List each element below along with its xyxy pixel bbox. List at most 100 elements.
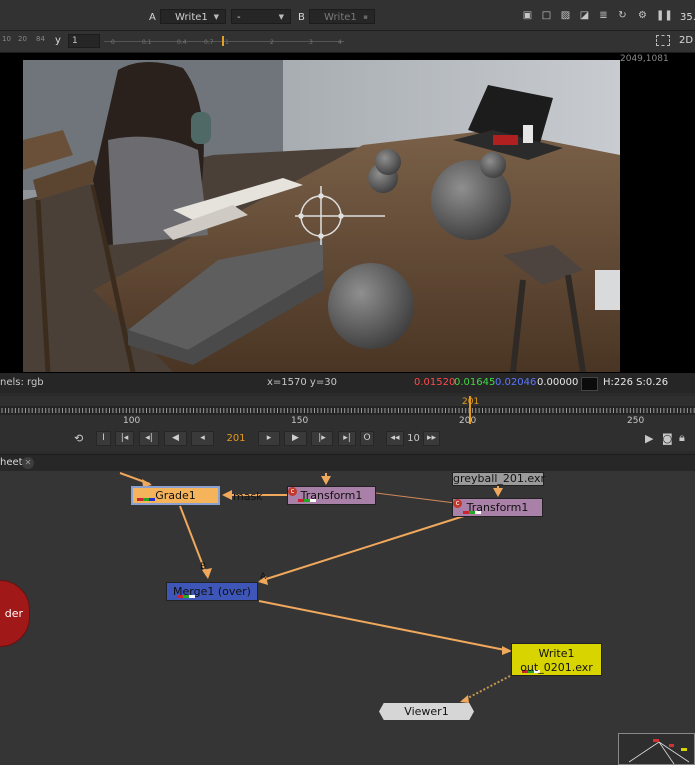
gamma-slider[interactable]: 0 0.1 0.4 0.7 1 2 3 4 — [104, 34, 344, 48]
gain-tick: 10 — [2, 35, 11, 43]
grade-node-label: Grade1 — [155, 489, 196, 502]
merge-b-input-label: B — [200, 562, 207, 572]
roi-icon[interactable]: □ — [540, 10, 553, 22]
tab-label[interactable]: heet — [0, 457, 23, 468]
menu-icon[interactable]: ≣ — [597, 10, 610, 22]
flipbook-icon[interactable]: ▶ — [645, 432, 653, 445]
increment-field[interactable]: 10 — [405, 431, 422, 446]
gear-icon[interactable]: ⚙ — [636, 10, 649, 22]
view-mode-value[interactable]: 2D — [679, 35, 693, 46]
out-point-button[interactable]: O — [360, 431, 374, 446]
refresh-icon[interactable]: ↻ — [616, 10, 629, 22]
timeline-tick-label: 200 — [459, 416, 477, 426]
input-a-value: Write1 — [175, 12, 208, 23]
first-frame-button[interactable]: |◂ — [115, 431, 134, 446]
gain-tick: 84 — [36, 35, 45, 43]
close-icon[interactable]: ✕ — [22, 457, 34, 469]
step-back-increment-button[interactable]: ◂◂ — [386, 431, 404, 446]
fullframe-icon[interactable]: ▣ — [521, 10, 534, 22]
gamma-tick: 0 — [111, 39, 115, 46]
chevron-down-icon: ▼ — [278, 13, 284, 21]
grade-node[interactable]: Grade1 — [131, 486, 220, 505]
transform-node-right[interactable]: c Transform1 — [452, 498, 543, 517]
step-back-button[interactable]: ◂ — [191, 431, 214, 446]
merge-node[interactable]: Merge1 (over) — [166, 582, 258, 601]
viewer-image[interactable] — [23, 60, 620, 372]
region-of-interest-icon[interactable] — [656, 35, 670, 46]
step-forward-increment-button[interactable]: ▸▸ — [423, 431, 440, 446]
input-b-letter: B — [298, 12, 305, 23]
gamma-input[interactable]: 1 — [68, 34, 100, 48]
read-node[interactable]: greyball_201.exr — [452, 472, 545, 486]
red-value: 0.01520 — [414, 377, 456, 388]
gamma-tick: 1 — [225, 39, 229, 46]
pause-icon[interactable]: ❚❚ — [656, 10, 673, 22]
merge-node-label: Merge1 (over) — [173, 585, 251, 598]
pixel-info-bar: nels: rgb x=1570 y=30 0.01520 0.01645 0.… — [0, 373, 695, 408]
viewer-node[interactable]: Viewer1 — [379, 703, 474, 720]
clipping-warning-icon[interactable]: ▨ — [559, 10, 572, 22]
chevron-down-icon: ▪ — [363, 13, 368, 21]
viewer-toolbar: A Write1 ▼ - ▼ B Write1 ▪ ▣ □ ▨ ◪ ≣ ↻ ⚙ … — [0, 0, 695, 31]
transform-node-top-label: Transform1 — [300, 489, 363, 502]
prev-keyframe-button[interactable]: ◂| — [139, 431, 159, 446]
input-b-dropdown[interactable]: B Write1 ▪ — [298, 9, 375, 24]
format-label: 2049,1081 — [620, 54, 669, 64]
step-forward-button[interactable]: ▸ — [258, 431, 280, 446]
gamma-slider-handle[interactable] — [222, 36, 224, 46]
transform-node-top[interactable]: c Transform1 — [287, 486, 376, 505]
alpha-value: 0.00000 — [537, 377, 579, 388]
clone-icon: c — [453, 499, 462, 508]
green-value: 0.01645 — [454, 377, 496, 388]
last-frame-button[interactable]: ▸| — [338, 431, 356, 446]
wipe-dropdown[interactable]: - ▼ — [231, 9, 291, 24]
input-a-dropdown[interactable]: A Write1 ▼ — [149, 9, 226, 24]
chevron-down-icon: ▼ — [213, 13, 219, 21]
coordinate-readout: x=1570 y=30 — [267, 377, 337, 388]
gain-tick: 20 — [18, 35, 27, 43]
fstop-value: 35. — [680, 12, 695, 23]
gain-slider[interactable]: 10 20 84 — [0, 35, 48, 47]
color-swatch — [581, 377, 598, 391]
transform-node-right-label: Transform1 — [466, 501, 529, 514]
wipe-value: - — [237, 12, 241, 23]
next-keyframe-button[interactable]: |▸ — [311, 431, 333, 446]
play-backward-button[interactable]: ◀ — [164, 431, 187, 446]
input-b-value: Write1 — [324, 12, 357, 23]
mask-input-label: mask — [233, 490, 263, 503]
node-graph[interactable]: mask B A Grade1 c Transform1 greyball_20… — [0, 471, 695, 765]
timeline-tick-label: 250 — [627, 416, 645, 426]
fps-icon[interactable]: ⟲ — [74, 432, 83, 445]
timeline-tick-label: 150 — [291, 416, 309, 426]
timeline-ruler[interactable] — [0, 396, 695, 424]
viewer-node-label: Viewer1 — [404, 705, 449, 718]
in-point-button[interactable]: I — [96, 431, 111, 446]
viewer-gain-gamma-bar: 10 20 84 y 1 0 0.1 0.4 0.7 1 2 3 4 2D — [0, 31, 695, 53]
merge-a-input-label: A — [260, 572, 267, 582]
gamma-tick: 0.1 — [142, 39, 152, 46]
input-a-letter: A — [149, 12, 156, 23]
node-graph-tab-bar: heet ✕ — [0, 454, 695, 472]
frame-field[interactable]: 201 — [219, 431, 253, 446]
gamma-tick: 3 — [309, 39, 313, 46]
timeline-tick-label: 100 — [123, 416, 141, 426]
write-node-file: out_0201.exr — [520, 661, 593, 674]
gamma-tick: 4 — [338, 39, 342, 46]
gamma-tick: 0.4 — [177, 39, 187, 46]
gamma-label: y — [55, 35, 61, 46]
overlay-icon[interactable]: ◪ — [578, 10, 591, 22]
play-forward-button[interactable]: ▶ — [284, 431, 307, 446]
render-node-label: der — [4, 607, 23, 620]
read-node-label: greyball_201.exr — [453, 472, 545, 485]
gamma-tick: 2 — [270, 39, 274, 46]
channels-text: nels: rgb — [0, 377, 44, 388]
gamma-tick: 0.7 — [204, 39, 214, 46]
clone-icon: c — [288, 487, 297, 496]
current-frame-marker: 201 — [462, 397, 480, 407]
node-graph-navigator[interactable] — [618, 733, 695, 765]
write-node[interactable]: Write1 out_0201.exr — [511, 643, 602, 676]
blue-value: 0.02046 — [495, 377, 537, 388]
lock-icon[interactable]: 🔒︎ — [679, 431, 685, 445]
write-node-label: Write1 — [538, 647, 575, 660]
record-icon[interactable]: ◙ — [662, 432, 673, 445]
